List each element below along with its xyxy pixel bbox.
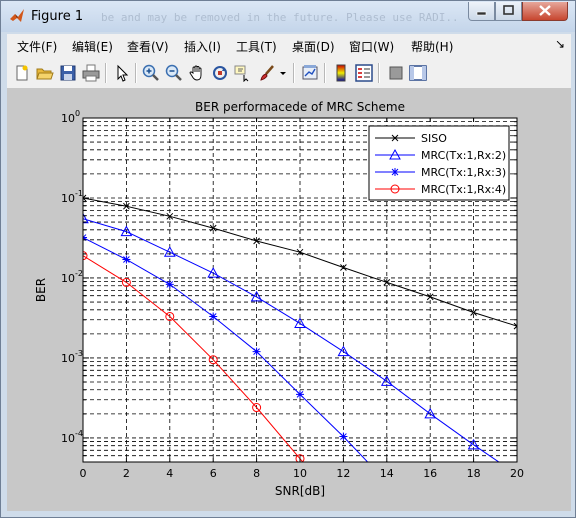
data-cursor-icon[interactable] [234, 64, 252, 82]
legend-label: MRC(Tx:1,Rx:4) [421, 183, 506, 196]
y-tick-label: 10-2 [61, 269, 83, 285]
open-file-icon[interactable] [36, 64, 54, 82]
figure-window: Figure 1 be and may be removed in the fu… [0, 0, 576, 518]
title-bar[interactable]: Figure 1 be and may be removed in the fu… [1, 1, 575, 32]
toolbar-separator [324, 63, 326, 83]
link-plot-icon[interactable] [301, 64, 319, 82]
rotate-3d-icon[interactable] [211, 64, 229, 82]
y-tick-exponent: 0 [75, 109, 80, 118]
ber-plot[interactable]: 0 2 4 6 8 10 12 14 16 18 2010010-110-210-310-4 BER… [7, 89, 571, 511]
zoom-out-icon[interactable] [165, 64, 183, 82]
x-tick-label: 6 [210, 467, 217, 480]
chart-legend[interactable]: SISO MRC(Tx:1,Rx:2) MRC(Tx:1,Rx:3) MRC(Tx:1… [368, 125, 510, 201]
x-tick-label: 18 [467, 467, 481, 480]
y-tick-base: 10 [61, 352, 75, 365]
x-tick-label: 12 [336, 467, 350, 480]
toolbar-separator [293, 63, 295, 83]
star-marker [209, 312, 218, 321]
x-tick-label: 14 [380, 467, 394, 480]
figure-toolbar [7, 58, 571, 89]
menu-bar: 文件(F) 编辑(E) 查看(V) 插入(I) 工具(T) 桌面(D) 窗口(W… [7, 34, 571, 58]
y-tick-exponent: -2 [75, 269, 83, 278]
toolbar-separator [105, 63, 107, 83]
save-icon[interactable] [59, 64, 77, 82]
window-title: Figure 1 [31, 9, 84, 24]
close-button[interactable] [522, 2, 568, 21]
x-tick-label: 10 [293, 467, 307, 480]
y-tick-base: 10 [61, 112, 75, 125]
brush-icon[interactable] [258, 64, 276, 82]
background-warning-text: be and may be removed in the future. Ple… [101, 11, 461, 24]
star-marker [339, 432, 348, 441]
pan-hand-icon[interactable] [188, 64, 206, 82]
menu-insert[interactable]: 插入(I) [184, 38, 221, 55]
y-tick-label: 10-3 [61, 349, 83, 365]
star-marker [391, 168, 399, 176]
menu-desktop[interactable]: 桌面(D) [292, 38, 335, 55]
y-tick-exponent: -1 [75, 189, 83, 198]
star-marker [252, 347, 261, 356]
star-marker [296, 390, 304, 399]
x-tick-label: 20 [510, 467, 524, 480]
menu-window[interactable]: 窗口(W) [349, 38, 394, 55]
maximize-button[interactable] [495, 2, 522, 21]
x-axis-label: SNR[dB] [275, 484, 325, 498]
star-marker [122, 255, 131, 264]
x-tick-label: 16 [423, 467, 437, 480]
x-tick-label: 0 [80, 467, 87, 480]
new-figure-icon[interactable] [13, 64, 31, 82]
y-tick-base: 10 [61, 432, 75, 445]
legend-label: MRC(Tx:1,Rx:2) [421, 149, 506, 162]
menu-help[interactable]: 帮助(H) [411, 38, 453, 55]
star-marker [165, 280, 174, 289]
chart-title: BER performacede of MRC Scheme [195, 100, 405, 114]
toolbar-separator [378, 63, 380, 83]
legend-icon[interactable] [355, 64, 373, 82]
y-tick-exponent: -3 [75, 349, 83, 358]
menu-file[interactable]: 文件(F) [17, 38, 57, 55]
y-axis-label: BER [34, 278, 48, 302]
minimize-icon [476, 11, 487, 16]
hide-plot-tools-icon[interactable] [387, 64, 405, 82]
legend-label: SISO [421, 132, 447, 145]
figure-canvas: 0 2 4 6 8 10 12 14 16 18 20 100 10-1 10-2 10-3 10-4 BER… [7, 89, 571, 511]
y-tick-exponent: -4 [75, 429, 83, 438]
close-icon [539, 5, 551, 16]
colorbar-icon[interactable] [332, 64, 350, 82]
y-tick-base: 10 [61, 192, 75, 205]
menu-tools[interactable]: 工具(T) [236, 38, 277, 55]
brush-dropdown-icon[interactable] [279, 64, 287, 82]
menu-edit[interactable]: 编辑(E) [72, 38, 113, 55]
edit-plot-arrow-icon[interactable] [113, 64, 131, 82]
menu-view[interactable]: 查看(V) [127, 38, 169, 55]
x-tick-label: 8 [253, 467, 260, 480]
x-tick-label: 2 [123, 467, 130, 480]
y-tick-base: 10 [61, 272, 75, 285]
dock-arrow-icon[interactable]: ↘ [555, 37, 565, 51]
matlab-logo-icon [10, 9, 24, 22]
minimize-button[interactable] [468, 2, 495, 21]
show-plot-tools-icon[interactable] [409, 64, 427, 82]
y-tick-label: 10-4 [61, 429, 83, 445]
x-tick-label: 4 [166, 467, 173, 480]
y-tick-label: 100 [61, 109, 80, 125]
zoom-in-icon[interactable] [142, 64, 160, 82]
maximize-icon [503, 5, 514, 15]
legend-label: MRC(Tx:1,Rx:3) [421, 166, 506, 179]
toolbar-separator [135, 63, 137, 83]
y-tick-label: 10-1 [61, 189, 83, 205]
print-icon[interactable] [82, 64, 100, 82]
